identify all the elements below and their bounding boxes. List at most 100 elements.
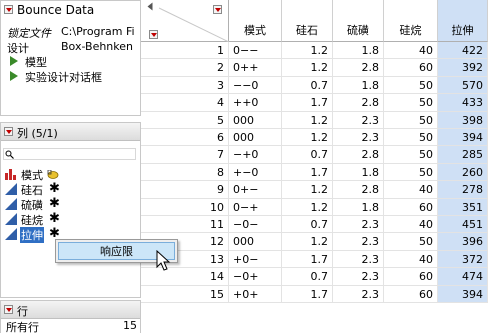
cell-silica[interactable]: 0.7: [282, 146, 333, 164]
row-number[interactable]: 1: [141, 42, 229, 60]
cell-silica[interactable]: 1.7: [282, 94, 333, 112]
cell-pattern[interactable]: +−0: [229, 163, 282, 182]
cell-silica[interactable]: 1.2: [282, 129, 333, 147]
cell-stretch[interactable]: 351: [438, 198, 488, 216]
row-number[interactable]: 8: [141, 163, 229, 182]
cell-silane[interactable]: 50: [384, 146, 438, 164]
cell-silica[interactable]: 1.2: [282, 181, 333, 199]
table-row[interactable]: 11 −0− 0.7 2.3 40 451: [141, 216, 488, 234]
cell-stretch[interactable]: 285: [438, 146, 488, 164]
table-row[interactable]: 4 ++0 1.7 2.8 50 433: [141, 94, 488, 112]
table-row[interactable]: 6 000 1.2 2.3 50 394: [141, 129, 488, 147]
column-header[interactable]: 硅石: [282, 0, 333, 42]
collapse-panel-icon[interactable]: [147, 2, 153, 11]
rows-red-triangle-icon[interactable]: [4, 305, 13, 314]
cell-sulfur[interactable]: 1.8: [333, 76, 384, 95]
cell-stretch[interactable]: 570: [438, 76, 488, 95]
cell-silane[interactable]: 50: [384, 233, 438, 251]
row-number[interactable]: 15: [141, 285, 229, 303]
cell-sulfur[interactable]: 2.3: [333, 216, 384, 234]
cell-sulfur[interactable]: 2.3: [333, 250, 384, 269]
cell-silane[interactable]: 60: [384, 285, 438, 303]
table-title[interactable]: Bounce Data: [17, 3, 94, 17]
cell-silica[interactable]: 1.2: [282, 198, 333, 216]
row-number[interactable]: 2: [141, 59, 229, 77]
table-red-triangle-icon[interactable]: [4, 5, 13, 14]
table-row[interactable]: 15 +0+ 1.7 2.3 60 394: [141, 285, 488, 303]
cell-sulfur[interactable]: 2.8: [333, 146, 384, 164]
cell-stretch[interactable]: 278: [438, 181, 488, 199]
cell-stretch[interactable]: 422: [438, 42, 488, 60]
cell-stretch[interactable]: 451: [438, 216, 488, 234]
cell-stretch[interactable]: 260: [438, 163, 488, 182]
cell-silica[interactable]: 1.2: [282, 111, 333, 129]
cell-silica[interactable]: 1.2: [282, 233, 333, 251]
table-row[interactable]: 8 +−0 1.7 1.8 50 260: [141, 163, 488, 182]
table-row[interactable]: 9 0+− 1.2 2.8 40 278: [141, 181, 488, 199]
cell-pattern[interactable]: −+0: [229, 146, 282, 164]
cell-silane[interactable]: 60: [384, 198, 438, 216]
cell-pattern[interactable]: 000: [229, 233, 282, 251]
play-script-icon[interactable]: [10, 71, 18, 81]
cell-stretch[interactable]: 394: [438, 129, 488, 147]
row-number[interactable]: 10: [141, 198, 229, 216]
cell-silica[interactable]: 0.7: [282, 268, 333, 286]
cell-silica[interactable]: 1.7: [282, 163, 333, 182]
cell-pattern[interactable]: −−0: [229, 76, 282, 95]
cell-silane[interactable]: 60: [384, 59, 438, 77]
columns-header-red-triangle-icon[interactable]: [213, 5, 222, 14]
cell-stretch[interactable]: 396: [438, 233, 488, 251]
cell-sulfur[interactable]: 1.8: [333, 42, 384, 60]
cell-stretch[interactable]: 392: [438, 59, 488, 77]
cell-silane[interactable]: 50: [384, 163, 438, 182]
table-row[interactable]: 2 0++ 1.2 2.8 60 392: [141, 59, 488, 77]
cell-silane[interactable]: 40: [384, 250, 438, 269]
cell-pattern[interactable]: 0++: [229, 59, 282, 77]
table-row[interactable]: 1 0−− 1.2 1.8 40 422: [141, 42, 488, 60]
cell-sulfur[interactable]: 1.8: [333, 198, 384, 216]
cell-sulfur[interactable]: 2.3: [333, 233, 384, 251]
cell-pattern[interactable]: 000: [229, 111, 282, 129]
cell-silica[interactable]: 0.7: [282, 76, 333, 95]
cell-silica[interactable]: 1.7: [282, 285, 333, 303]
script-model[interactable]: 模型: [25, 54, 47, 70]
cell-sulfur[interactable]: 2.8: [333, 94, 384, 112]
cell-silane[interactable]: 50: [384, 94, 438, 112]
table-row[interactable]: 5 000 1.2 2.3 50 398: [141, 111, 488, 129]
cell-pattern[interactable]: +0+: [229, 285, 282, 303]
row-number[interactable]: 4: [141, 94, 229, 112]
column-header-selected[interactable]: 拉伸: [438, 0, 488, 42]
cell-silane[interactable]: 60: [384, 268, 438, 286]
table-row[interactable]: 13 +0− 1.7 2.3 40 372: [141, 250, 488, 269]
column-header[interactable]: 硫磺: [333, 0, 384, 42]
cell-pattern[interactable]: 0+−: [229, 181, 282, 199]
row-number[interactable]: 14: [141, 268, 229, 286]
rows-header-red-triangle-icon[interactable]: [149, 30, 158, 39]
row-number[interactable]: 6: [141, 129, 229, 147]
cell-silica[interactable]: 0.7: [282, 216, 333, 234]
cell-silane[interactable]: 40: [384, 181, 438, 199]
cell-sulfur[interactable]: 1.8: [333, 163, 384, 182]
column-header[interactable]: 硅烷: [384, 0, 438, 42]
row-number[interactable]: 5: [141, 111, 229, 129]
cell-sulfur[interactable]: 2.3: [333, 111, 384, 129]
column-list-item[interactable]: 硅烷 ✱: [3, 211, 133, 227]
columns-red-triangle-icon[interactable]: [4, 127, 13, 136]
cell-pattern[interactable]: 0−−: [229, 42, 282, 60]
script-doe-dialog[interactable]: 实验设计对话框: [25, 69, 102, 85]
cell-silica[interactable]: 1.7: [282, 250, 333, 269]
table-row[interactable]: 7 −+0 0.7 2.8 50 285: [141, 146, 488, 164]
cell-sulfur[interactable]: 2.3: [333, 129, 384, 147]
cell-sulfur[interactable]: 2.3: [333, 285, 384, 303]
cell-silane[interactable]: 50: [384, 129, 438, 147]
column-header[interactable]: 模式: [229, 0, 282, 42]
column-list-item[interactable]: 模式: [3, 167, 133, 182]
cell-stretch[interactable]: 433: [438, 94, 488, 112]
cell-sulfur[interactable]: 2.3: [333, 268, 384, 286]
cell-stretch[interactable]: 372: [438, 250, 488, 269]
cell-silane[interactable]: 50: [384, 111, 438, 129]
cell-pattern[interactable]: 000: [229, 129, 282, 147]
cell-pattern[interactable]: −0+: [229, 268, 282, 286]
table-row[interactable]: 12 000 1.2 2.3 50 396: [141, 233, 488, 251]
table-row[interactable]: 3 −−0 0.7 1.8 50 570: [141, 76, 488, 95]
